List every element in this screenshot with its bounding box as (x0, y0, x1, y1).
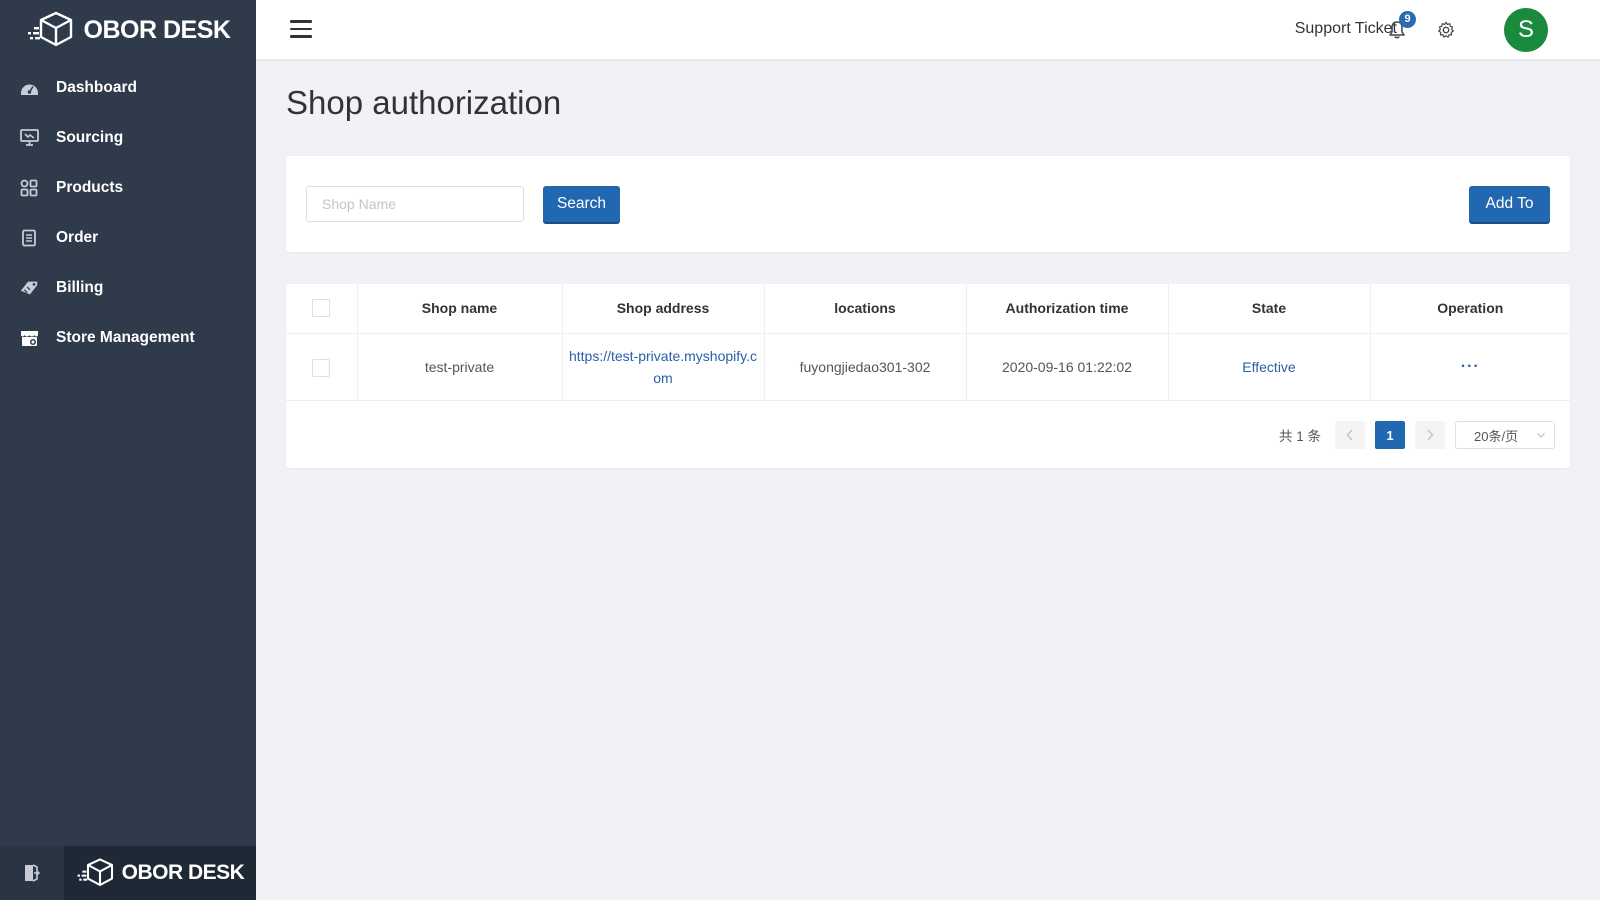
box-logo-icon (27, 11, 72, 47)
avatar[interactable]: S (1504, 8, 1548, 52)
sidebar-item-store-management[interactable]: Store Management (0, 313, 256, 363)
chevron-down-icon (1537, 433, 1545, 438)
billing-icon (19, 278, 39, 298)
shop-address-link[interactable]: https://test-private.myshopify.com (569, 348, 757, 386)
dashboard-icon (19, 78, 39, 98)
sidebar-footer: OBOR DESK (0, 846, 256, 900)
table-header-row: Shop name Shop address locations Authori… (286, 284, 1570, 334)
add-to-button[interactable]: Add To (1469, 186, 1550, 222)
page-size-value: 20条/页 (1474, 428, 1519, 444)
sidebar-item-order[interactable]: Order (0, 213, 256, 263)
shop-table: Shop name Shop address locations Authori… (286, 284, 1570, 401)
column-header-operation[interactable]: Operation (1370, 284, 1570, 334)
logout-button[interactable] (0, 846, 64, 900)
next-page-button[interactable] (1415, 421, 1445, 449)
order-icon (19, 228, 39, 248)
notification-badge: 9 (1399, 11, 1416, 28)
shop-name-search-input[interactable] (306, 186, 524, 222)
sidebar-item-label: Products (56, 179, 124, 196)
select-all-checkbox[interactable] (312, 299, 331, 318)
auth-time-cell: 2020-09-16 01:22:02 (966, 333, 1169, 401)
sidebar-item-sourcing[interactable]: Sourcing (0, 113, 256, 163)
logo[interactable]: OBOR DESK (0, 0, 256, 60)
sidebar-item-products[interactable]: Products (0, 163, 256, 213)
state-cell: Effective (1168, 333, 1371, 401)
footer-logo: OBOR DESK (64, 846, 256, 900)
row-checkbox[interactable] (312, 358, 331, 377)
sidebar-item-label: Dashboard (56, 79, 137, 96)
sidebar: OBOR DESK Dashboard Sourcing Products Or… (0, 0, 256, 900)
select-all-cell (286, 284, 358, 334)
page-size-select[interactable]: 20条/页 (1455, 421, 1555, 449)
pagination-total: 共 1 条 (1278, 429, 1321, 444)
location-cell: fuyongjiedao301-302 (764, 333, 967, 401)
search-button[interactable]: Search (543, 186, 620, 222)
support-ticket-link[interactable]: Support Ticket (1295, 20, 1397, 38)
chevron-left-icon (1346, 429, 1353, 441)
pagination: 共 1 条 1 20条/页 (1279, 420, 1555, 450)
column-header-shop-address[interactable]: Shop address (562, 284, 765, 334)
brand-name: OBOR DESK (121, 861, 245, 884)
shop-name-cell: test-private (357, 333, 563, 401)
shop-address-cell: https://test-private.myshopify.com (562, 333, 765, 401)
top-header: Support Ticket 9 S (256, 0, 1600, 60)
row-select-cell (286, 333, 358, 401)
sidebar-item-label: Store Management (56, 329, 195, 346)
sidebar-nav: Dashboard Sourcing Products Order Billin… (0, 63, 256, 363)
sourcing-icon (19, 128, 39, 148)
sidebar-item-label: Order (56, 229, 99, 246)
brand-name: OBOR DESK (83, 15, 231, 44)
chevron-right-icon (1427, 429, 1434, 441)
column-header-shop-name[interactable]: Shop name (357, 284, 563, 334)
sidebar-item-billing[interactable]: Billing (0, 263, 256, 313)
sidebar-item-label: Billing (56, 279, 104, 296)
column-header-locations[interactable]: locations (764, 284, 967, 334)
sidebar-item-label: Sourcing (56, 129, 124, 146)
column-header-authorization-time[interactable]: Authorization time (966, 284, 1169, 334)
box-logo-icon (77, 858, 113, 887)
logout-icon (25, 864, 40, 882)
page-number-button[interactable]: 1 (1375, 421, 1405, 449)
shop-table-panel: Shop name Shop address locations Authori… (286, 284, 1570, 468)
page-title: Shop authorization (286, 84, 562, 121)
sidebar-item-dashboard[interactable]: Dashboard (0, 63, 256, 113)
more-actions-icon[interactable]: ··· (1461, 358, 1480, 375)
search-panel: Search Add To (286, 156, 1570, 252)
gear-icon[interactable] (1437, 21, 1455, 39)
store-icon (19, 328, 39, 348)
menu-toggle-icon[interactable] (290, 20, 312, 38)
status-badge: Effective (1242, 358, 1296, 375)
prev-page-button[interactable] (1335, 421, 1365, 449)
products-icon (19, 178, 39, 198)
column-header-state[interactable]: State (1168, 284, 1371, 334)
operation-cell: ··· (1370, 333, 1570, 401)
table-row: test-private https://test-private.myshop… (286, 333, 1570, 401)
